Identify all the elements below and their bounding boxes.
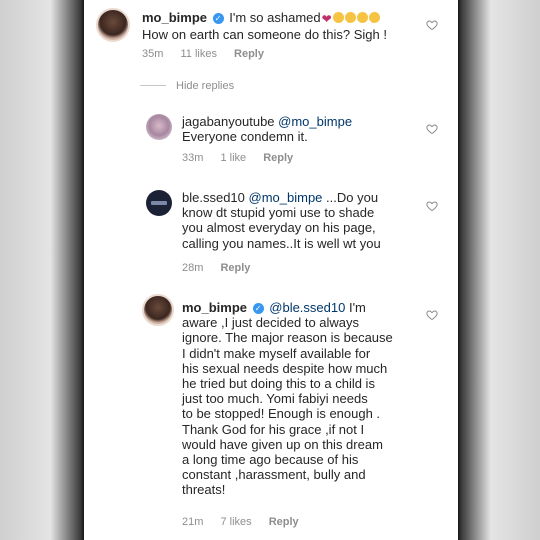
comment-text-line: I didn't make myself available for	[182, 345, 371, 361]
timestamp: 28m	[182, 262, 204, 274]
reply-button[interactable]: Reply	[220, 262, 250, 274]
comment-text-line: calling you names..It is well wt you	[182, 235, 381, 251]
reply-button[interactable]: Reply	[269, 516, 299, 528]
avatar[interactable]	[142, 294, 174, 326]
username[interactable]: mo_bimpe	[142, 10, 207, 25]
comment-text-line: I'm	[345, 300, 366, 315]
like-count[interactable]: 7 likes	[220, 516, 251, 528]
hide-replies-button[interactable]: Hide replies	[140, 80, 234, 92]
verified-badge-icon: ✓	[252, 303, 264, 314]
divider-line	[140, 85, 166, 86]
comment-text: Everyone condemn it.	[182, 129, 308, 145]
heart-outline-icon[interactable]	[426, 308, 438, 321]
comment-text-line: a long time ago because of his	[182, 452, 359, 468]
comment-text-line: aware ,I just decided to always	[182, 315, 360, 331]
emoji-icon	[344, 12, 356, 23]
like-count[interactable]: 11 likes	[180, 48, 216, 60]
timestamp: 21m	[182, 516, 204, 528]
reply-button[interactable]: Reply	[234, 48, 264, 60]
comment-text-line: would have given up on this dream	[182, 436, 383, 452]
comment-meta: 33m 1 like Reply	[182, 152, 307, 164]
hide-replies-label: Hide replies	[176, 80, 235, 92]
heart-outline-icon[interactable]	[426, 122, 438, 135]
comment-meta: 35m 11 likes Reply	[142, 48, 278, 60]
mention-link[interactable]: @ble.ssed10	[269, 300, 345, 315]
mention-link[interactable]: @mo_bimpe	[278, 114, 352, 129]
comment-text-line: just too much. Yomi fabiyi needs	[182, 391, 368, 407]
comment-meta: 21m 7 likes Reply	[182, 516, 313, 528]
emoji-icon	[332, 12, 344, 23]
emoji-icon	[368, 12, 380, 23]
comment-text-line: ...Do you	[326, 190, 379, 205]
heart-outline-icon[interactable]	[426, 18, 438, 31]
timestamp: 33m	[182, 152, 204, 164]
comment-text-line: know dt stupid yomi use to shade	[182, 205, 375, 221]
comment-text-line: constant ,harassment, bully and	[182, 467, 366, 483]
comment-text-line: ignore. The major reason is because	[182, 330, 393, 346]
avatar[interactable]	[96, 8, 130, 42]
comment-text-line: he tried but doing this to a child is	[182, 376, 375, 392]
timestamp: 35m	[142, 48, 164, 60]
broken-heart-emoji-icon: ❤	[321, 12, 332, 26]
mention-link[interactable]: @mo_bimpe	[249, 190, 323, 205]
emoji-icon	[356, 12, 368, 23]
username[interactable]: jagabanyoutube	[182, 114, 275, 129]
comment-text: I'm so ashamed	[229, 10, 321, 25]
avatar[interactable]	[146, 114, 172, 140]
comment-text-line: to be stopped! Enough is enough .	[182, 406, 381, 422]
comment-text-line: his sexual needs despite how much	[182, 360, 388, 376]
reply-button[interactable]: Reply	[263, 152, 293, 164]
comment-text-line: How on earth can someone do this? Sigh !	[142, 27, 387, 43]
right-frame	[458, 0, 540, 540]
comment-meta: 28m Reply	[182, 262, 264, 274]
username[interactable]: mo_bimpe	[182, 300, 247, 315]
comments-panel: mo_bimpe ✓ I'm so ashamed❤ How on earth …	[84, 0, 458, 540]
username[interactable]: ble.ssed10	[182, 190, 245, 205]
verified-badge-icon: ✓	[212, 13, 224, 24]
comment-text-line: Thank God for his grace ,if not I	[182, 421, 365, 437]
comment-text-line: threats!	[182, 482, 226, 498]
avatar[interactable]	[146, 190, 172, 216]
heart-outline-icon[interactable]	[426, 199, 438, 212]
left-frame	[0, 0, 84, 540]
comment-text-line: you almost everyday on his page,	[182, 220, 376, 236]
like-count[interactable]: 1 like	[220, 152, 246, 164]
